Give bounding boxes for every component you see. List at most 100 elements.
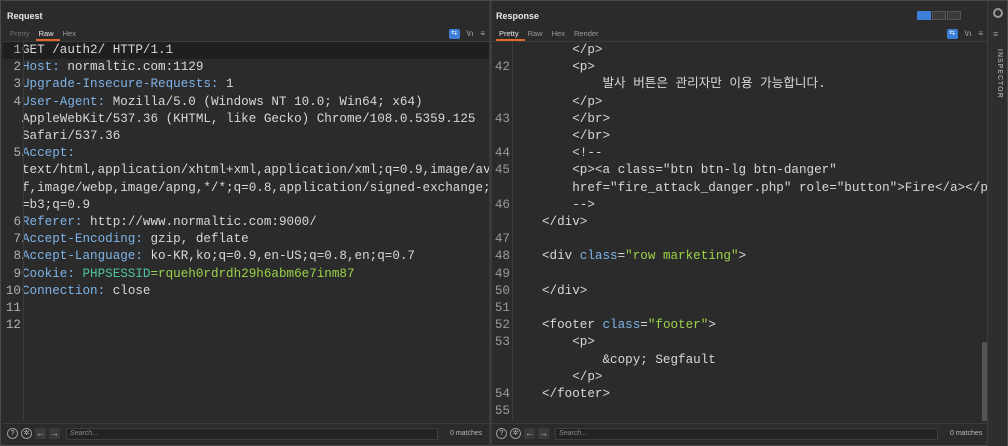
- request-match-count: 0 matches: [450, 430, 483, 437]
- line-text: </p>: [510, 94, 602, 111]
- line-number: 55: [494, 404, 510, 419]
- inspector-sidebar: ≡ INSPECTOR: [987, 1, 1007, 446]
- response-title: Response: [496, 11, 540, 21]
- wrap-lines-icon[interactable]: ⇆: [946, 28, 958, 39]
- inspector-settings-icon[interactable]: [993, 8, 1003, 18]
- wrap-lines-icon[interactable]: ⇆: [448, 28, 460, 39]
- inspector-lines-icon[interactable]: ≡: [993, 29, 998, 39]
- layout-top-bottom-icon[interactable]: [932, 11, 946, 20]
- line-text: [21, 317, 22, 334]
- request-editor[interactable]: 1 GET /auth2/ HTTP/1.1 2 Host: normaltic.co…: [3, 42, 489, 421]
- response-line: </p>: [492, 94, 987, 111]
- newline-icon[interactable]: \n: [965, 28, 972, 39]
- line-number: 4: [13, 94, 21, 109]
- header-name: Accept:: [22, 146, 75, 161]
- html-tag: </br>: [572, 111, 611, 126]
- html-tag: </p>: [572, 43, 603, 57]
- tab-pretty[interactable]: Pretty: [7, 29, 36, 41]
- line-number: 7: [13, 232, 21, 247]
- request-line: 12: [3, 317, 489, 334]
- html-tag: -->: [572, 197, 595, 212]
- layout-side-by-side-icon[interactable]: [917, 11, 931, 20]
- request-line: AppleWebKit/537.36 (KHTML, like Gecko) C…: [3, 111, 489, 128]
- header-value: ko-KR,ko;q=0.9,en-US;q=0.8,en;q=0.7: [142, 249, 415, 264]
- line-text: </br>: [510, 128, 610, 145]
- next-match-arrow-icon[interactable]: →: [538, 428, 549, 439]
- previous-match-arrow-icon[interactable]: ←: [35, 428, 46, 439]
- line-text: [510, 266, 542, 283]
- response-tabs: Pretty Raw Hex Render: [496, 29, 605, 41]
- next-match-arrow-icon[interactable]: →: [49, 428, 60, 439]
- tab-raw[interactable]: Raw: [35, 29, 60, 41]
- html-tag: </p>: [572, 369, 603, 384]
- response-line: 56</div>: [492, 420, 987, 421]
- line-number: 56: [492, 420, 510, 421]
- layout-toggle: [917, 11, 961, 20]
- menu-icon[interactable]: ≡: [978, 28, 983, 39]
- newline-icon[interactable]: \n: [467, 28, 474, 39]
- line-number: 3: [13, 77, 21, 92]
- html-tag: >: [738, 249, 747, 264]
- line-text: AppleWebKit/537.36 (KHTML, like Gecko) C…: [21, 111, 475, 128]
- help-icon[interactable]: ?: [496, 428, 507, 439]
- line-number: 12: [5, 318, 21, 333]
- line-number: [492, 128, 510, 145]
- response-line: 46 -->: [492, 197, 987, 214]
- settings-gear-icon[interactable]: ✲: [510, 428, 521, 439]
- response-pane: Response Pretty Raw Hex Render ⇆ \n ≡ </p> 4…: [492, 5, 987, 443]
- response-search-input[interactable]: Search...: [555, 427, 938, 440]
- header-name: User-Agent:: [22, 94, 106, 109]
- line-text: text/html,application/xhtml+xml,applicat…: [21, 162, 489, 179]
- header-value: http://www.normaltic.com:9000/: [82, 215, 317, 230]
- layout-tabs-icon[interactable]: [947, 11, 961, 20]
- line-number: 54: [494, 387, 510, 402]
- line-number: 47: [494, 232, 510, 247]
- cookie-value: =rqueh0rdrdh29h6abm6e7inm87: [150, 266, 355, 281]
- help-icon[interactable]: ?: [7, 428, 18, 439]
- line-number: 9: [13, 266, 21, 281]
- tab-render[interactable]: Render: [571, 29, 605, 41]
- request-line: 7 Accept-Encoding: gzip, deflate: [3, 231, 489, 248]
- line-text: </div>: [510, 283, 587, 300]
- line-content: Safari/537.36: [22, 129, 121, 144]
- request-search-input[interactable]: Search...: [66, 427, 438, 440]
- html-tag: <p>: [572, 60, 595, 75]
- line-text: &copy; Segfault: [510, 352, 715, 369]
- line-number: [492, 94, 510, 111]
- line-number: 44: [494, 146, 510, 161]
- response-line: 47: [492, 231, 987, 248]
- line-content: =b3;q=0.9: [22, 197, 91, 212]
- html-tag: <p><a class="btn btn-lg btn-danger": [572, 163, 837, 178]
- line-text: Accept-Language: ko-KR,ko;q=0.9,en-US;q=…: [21, 248, 415, 265]
- request-line: 9 Cookie: PHPSESSID=rqueh0rdrdh29h6abm6e7…: [3, 266, 489, 283]
- tab-hex[interactable]: Hex: [60, 29, 82, 41]
- tab-raw[interactable]: Raw: [525, 29, 549, 41]
- response-editor[interactable]: </p> 42 <p> 발사 버튼은 관리자만 이용 가능합니다. </p> 43 …: [492, 42, 987, 421]
- response-match-count: 0 matches: [950, 430, 983, 437]
- header-value: close: [105, 283, 151, 298]
- line-text: User-Agent: Mozilla/5.0 (Windows NT 10.0…: [21, 94, 423, 111]
- html-tag: </br>: [572, 129, 611, 144]
- line-number: 8: [13, 249, 21, 264]
- request-line: Safari/537.36: [3, 128, 489, 145]
- line-number: 11: [5, 301, 21, 316]
- tab-pretty[interactable]: Pretty: [496, 29, 525, 41]
- line-number: 1: [13, 43, 21, 57]
- menu-icon[interactable]: ≡: [480, 28, 485, 39]
- settings-gear-icon[interactable]: ✲: [21, 428, 32, 439]
- html-attribute: class: [579, 249, 618, 264]
- line-number: 42: [494, 60, 510, 75]
- line-number: 53: [494, 335, 510, 350]
- previous-match-arrow-icon[interactable]: ←: [524, 428, 535, 439]
- line-number: 50: [494, 283, 510, 298]
- line-number: [3, 111, 21, 128]
- request-line: 5 Accept:: [3, 145, 489, 162]
- tab-hex[interactable]: Hex: [549, 29, 571, 41]
- request-line: =b3;q=0.9: [3, 197, 489, 214]
- header-value: 1: [218, 77, 234, 92]
- inspector-label[interactable]: INSPECTOR: [991, 49, 1003, 99]
- response-line: 44 <!--: [492, 145, 987, 162]
- line-text: GET /auth2/ HTTP/1.1: [21, 42, 173, 59]
- line-text: f,image/webp,image/apng,*/*;q=0.8,applic…: [21, 180, 489, 197]
- line-text: Cookie: PHPSESSID=rqueh0rdrdh29h6abm6e7i…: [21, 266, 355, 283]
